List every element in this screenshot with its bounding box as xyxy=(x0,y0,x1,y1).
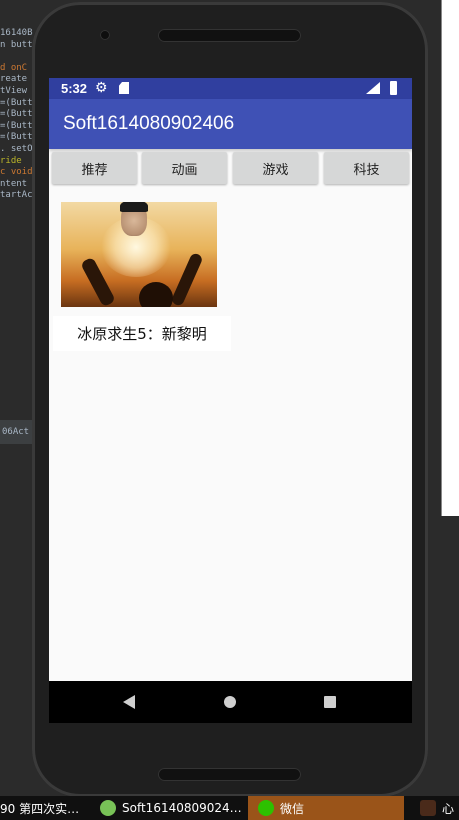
recents-square-icon[interactable] xyxy=(324,696,336,708)
top-speaker xyxy=(158,29,301,42)
thumbnail-head-silhouette xyxy=(139,282,173,307)
video-thumbnail[interactable] xyxy=(61,202,217,307)
android-nav-bar xyxy=(49,681,412,723)
taskbar-item-label: 90 第四次实… xyxy=(0,801,80,816)
front-camera xyxy=(100,30,110,40)
category-tabs: 推荐 动画 游戏 科技 xyxy=(52,152,410,186)
sd-card-icon xyxy=(119,82,129,94)
battery-icon xyxy=(390,81,397,95)
home-circle-icon[interactable] xyxy=(224,696,236,708)
back-triangle-icon[interactable] xyxy=(123,695,135,709)
tab-tech-button[interactable]: 科技 xyxy=(324,152,409,184)
bottom-speaker xyxy=(158,768,301,781)
tab-games-button[interactable]: 游戏 xyxy=(233,152,318,184)
android-studio-icon xyxy=(100,800,116,816)
taskbar-item-label: 心 xyxy=(442,801,455,816)
tab-animation-button[interactable]: 动画 xyxy=(142,152,227,184)
taskbar-item-android-studio[interactable]: Soft16140809024… xyxy=(96,796,246,820)
app-title: Soft1614080902406 xyxy=(63,113,235,134)
status-time: 5:32 xyxy=(61,81,88,96)
signal-icon xyxy=(366,82,380,94)
tab-recommend-button[interactable]: 推荐 xyxy=(52,152,137,184)
ide-side-panel xyxy=(441,0,459,516)
taskbar-item-label: 微信 xyxy=(280,801,305,816)
phone-screen: 5:32 ⚙ Soft1614080902406 推荐 动画 游戏 科技 冰原求… xyxy=(49,78,412,723)
settings-gear-icon: ⚙ xyxy=(95,79,108,95)
thumbnail-right-arm xyxy=(170,251,204,307)
wechat-icon xyxy=(258,800,274,816)
thumbnail-hair xyxy=(120,202,148,212)
app-toolbar: Soft1614080902406 xyxy=(49,99,412,149)
video-title[interactable]: 冰原求生5：新黎明 xyxy=(53,316,231,351)
windows-taskbar: 90 第四次实… Soft16140809024… 微信 心 xyxy=(0,796,459,820)
taskbar-item-word-doc[interactable]: 90 第四次实… xyxy=(0,796,92,820)
taskbar-item-label: Soft16140809024… xyxy=(122,801,242,815)
video-card[interactable]: 冰原求生5：新黎明 xyxy=(53,198,231,352)
app-icon xyxy=(420,800,436,816)
taskbar-item-wechat[interactable]: 微信 xyxy=(248,796,404,820)
taskbar-item-app[interactable]: 心 xyxy=(412,796,459,820)
status-bar: 5:32 ⚙ xyxy=(49,78,412,99)
